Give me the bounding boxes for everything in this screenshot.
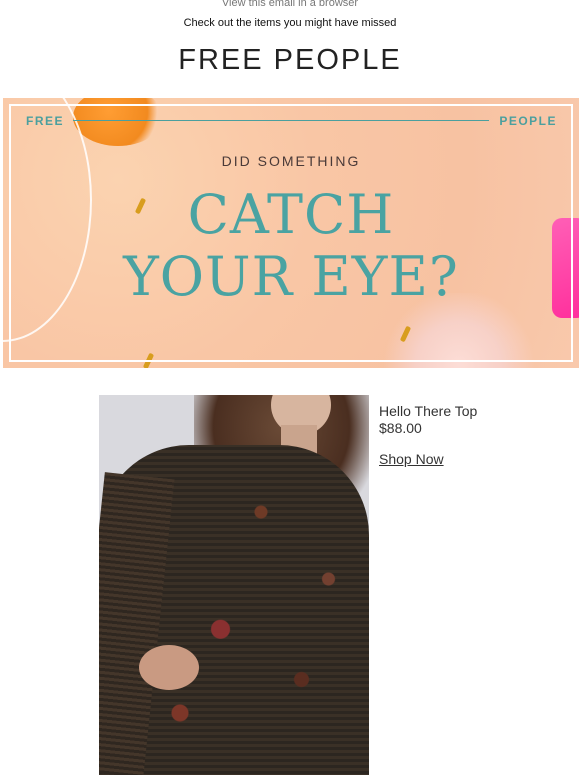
- view-in-browser-link[interactable]: View this email in a browser: [0, 0, 580, 9]
- product-price: $88.00: [379, 420, 422, 436]
- banner-headline: CATCH YOUR EYE?: [3, 184, 579, 308]
- banner-kicker: DID SOMETHING: [221, 153, 361, 169]
- shop-now-link[interactable]: Shop Now: [379, 451, 477, 467]
- headline-line-2: YOUR EYE?: [123, 245, 459, 308]
- hero-banner[interactable]: FREE PEOPLE DID SOMETHING CATCH YOUR EYE…: [3, 98, 579, 368]
- model-hand: [139, 645, 199, 690]
- brand-logo[interactable]: FREE PEOPLE: [0, 44, 580, 77]
- product-image[interactable]: [99, 395, 369, 775]
- headline-line-1: CATCH: [187, 183, 395, 246]
- banner-brand-left: FREE: [26, 114, 65, 128]
- product-info: Hello There Top $88.00 Shop Now: [379, 403, 477, 467]
- product-name[interactable]: Hello There Top: [379, 403, 477, 420]
- banner-brand-right: PEOPLE: [499, 114, 557, 128]
- preheader-text: Check out the items you might have misse…: [183, 17, 397, 29]
- banner-rule: [73, 120, 489, 121]
